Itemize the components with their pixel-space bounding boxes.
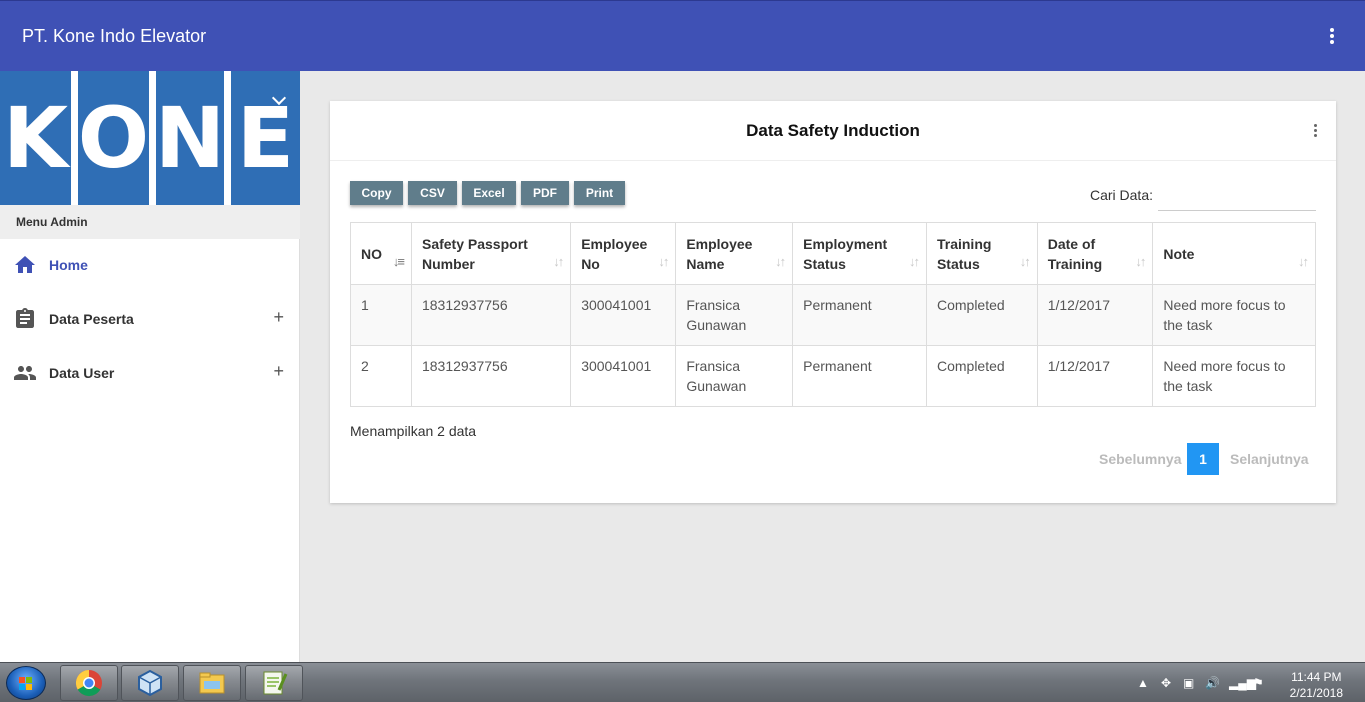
app-title: PT. Kone Indo Elevator [22,26,207,46]
sort-icon: ↓↑ [908,254,920,269]
previous-page-button[interactable]: Sebelumnya [1099,451,1181,467]
sort-icon: ↓↑ [658,254,669,269]
signal-icon[interactable]: ▂▄▆ [1229,676,1256,690]
column-header-safety-passport-number[interactable]: Safety Passport Number ↓↑ [410,222,572,285]
sort-icon: ↓↑ [1298,254,1309,269]
clock-date: 2/21/2018 [1289,686,1343,700]
notepad-plus-plus-icon[interactable] [245,665,303,701]
cell-date-of-training: 1/12/2017 [1036,345,1154,407]
sort-asc-icon: ↓≡ [392,254,405,269]
table-row: 2 18312937756 300041001 Fransica Gunawan… [350,345,1316,407]
cell-training-status: Completed [925,284,1038,346]
cell-safety-passport-number: 18312937756 [410,345,572,407]
cell-note: Need more focus to the task [1152,284,1316,346]
table-header-row: NO ↓≡ Safety Passport Number ↓↑ Employee N… [350,222,1316,285]
page-1-button[interactable]: 1 [1187,443,1219,475]
cell-date-of-training: 1/12/2017 [1036,284,1154,346]
action-center-flag-icon[interactable]: ⚑ [1253,676,1264,690]
kone-logo: K O N E [0,71,300,205]
sidebar: K O N E Menu Admin Home Data Peserta + D… [0,71,300,662]
people-icon [13,361,37,385]
sidebar-item-data-peserta[interactable]: Data Peserta + [0,297,300,341]
cell-employee-name: Fransica Gunawan [675,284,794,346]
volume-icon[interactable]: 🔊 [1205,676,1220,690]
sort-icon: ↓↑ [775,254,786,269]
cell-note: Need more focus to the task [1152,345,1316,407]
next-page-button[interactable]: Selanjutnya [1230,451,1309,467]
column-header-date-of-training[interactable]: Date of Training ↓↑ [1036,222,1154,285]
windows-logo-icon [19,677,33,691]
search-label: Cari Data: [1089,187,1153,203]
sidebar-item-home[interactable]: Home [0,243,300,287]
start-button[interactable] [6,666,46,700]
cell-training-status: Completed [925,345,1038,407]
data-table: NO ↓≡ Safety Passport Number ↓↑ Employee N… [350,222,1316,407]
search-input[interactable] [1158,181,1316,211]
sort-icon: ↓↑ [553,254,564,269]
table-info: Menampilkan 2 data [350,423,477,439]
excel-button[interactable]: Excel [462,181,516,205]
print-button[interactable]: Print [574,181,625,205]
card-header: Data Safety Induction [330,101,1336,161]
sidebar-item-data-user[interactable]: Data User + [0,351,300,395]
cell-employee-no: 300041001 [570,345,677,407]
page-title: Data Safety Induction [746,121,920,140]
system-clock[interactable]: 11:44 PM 2/21/2018 [1290,669,1343,701]
cell-no: 1 [350,284,412,346]
column-header-employment-status[interactable]: Employment Status ↓↑ [792,222,927,285]
cell-safety-passport-number: 18312937756 [410,284,572,346]
expand-icon[interactable]: + [273,307,284,328]
cell-employee-no: 300041001 [570,284,677,346]
column-header-employee-no[interactable]: Employee No ↓↑ [570,222,677,285]
app-bar: PT. Kone Indo Elevator [0,0,1365,71]
cell-no: 2 [350,345,412,407]
chrome-icon[interactable] [60,665,118,701]
cell-employment-status: Permanent [792,345,927,407]
menu-section-label: Menu Admin [0,205,300,239]
system-tray: ▲ ✥ ▣ 🔊 ▂▄▆ ⚑ 11:44 PM 2/21/2018 [1125,663,1365,702]
windows-taskbar: ▲ ✥ ▣ 🔊 ▂▄▆ ⚑ 11:44 PM 2/21/2018 [0,662,1365,702]
show-hidden-icons-icon[interactable]: ▲ [1137,676,1149,690]
column-header-note[interactable]: Note ↓↑ [1152,222,1316,285]
network-adapter-icon[interactable]: ▣ [1183,676,1194,690]
data-card: Data Safety Induction Copy CSV Excel PDF… [330,101,1336,503]
csv-button[interactable]: CSV [408,181,457,205]
clock-time: 11:44 PM [1291,670,1342,684]
sort-icon: ↓↑ [1019,254,1031,269]
column-header-employee-name[interactable]: Employee Name ↓↑ [675,222,794,285]
more-menu-icon[interactable] [1327,28,1337,48]
copy-button[interactable]: Copy [350,181,403,205]
card-menu-icon[interactable] [1312,124,1318,139]
file-explorer-icon[interactable] [183,665,241,701]
table-row: 1 18312937756 300041001 Fransica Gunawan… [350,284,1316,346]
sort-icon: ↓↑ [1135,254,1146,269]
column-header-training-status[interactable]: Training Status ↓↑ [925,222,1038,285]
cell-employee-name: Fransica Gunawan [675,345,794,407]
home-icon [13,253,37,277]
pdf-button[interactable]: PDF [521,181,569,205]
clipboard-icon [13,307,37,331]
virtualbox-icon[interactable] [121,665,179,701]
expand-icon[interactable]: + [273,361,284,382]
column-header-no[interactable]: NO ↓≡ [350,222,412,285]
dropbox-icon[interactable]: ✥ [1161,676,1171,690]
cell-employment-status: Permanent [792,284,927,346]
